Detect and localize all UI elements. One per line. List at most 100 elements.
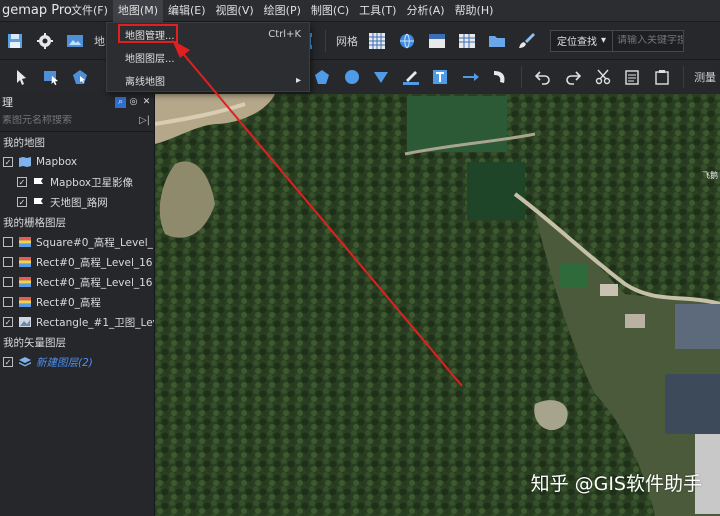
scissors-icon[interactable] — [590, 64, 616, 90]
layer-checkbox[interactable]: ✓ — [3, 317, 13, 327]
elevation-icon — [19, 237, 31, 247]
menu-item-label: 地图管理... — [125, 31, 175, 42]
menu-item-offline-map[interactable]: 离线地图 ▸ — [107, 69, 309, 92]
locate-select-label: 定位查找 — [557, 37, 597, 48]
locate-search-box: 定位查找 ▾ — [550, 29, 685, 52]
settings-icon[interactable] — [32, 28, 58, 54]
search-icon[interactable]: ⌕ — [115, 96, 126, 108]
brush-icon[interactable] — [514, 28, 540, 54]
redo-icon[interactable] — [560, 64, 586, 90]
layer-label: 新建图层(2) — [36, 356, 93, 369]
group-vector-layers: 我的矢量图层 — [3, 336, 66, 349]
panel-title: 理 — [2, 96, 13, 109]
text-icon[interactable] — [428, 64, 454, 90]
layer-row[interactable]: ✓ Mapbox卫星影像 — [0, 172, 154, 192]
layer-row[interactable]: ✓ Mapbox — [0, 152, 154, 172]
menu-file[interactable]: 文件(F) — [66, 0, 113, 22]
layer-checkbox[interactable]: ✓ — [17, 197, 27, 207]
menu-bar: gemap Pro 文件(F) 地图(M) 编辑(E) 视图(V) 绘图(P) … — [0, 0, 720, 22]
folder-icon[interactable] — [484, 28, 510, 54]
toolbar-separator — [521, 66, 523, 88]
node-edit-icon[interactable] — [67, 64, 93, 90]
layer-label: Rect#0_高程_Level_16 — [36, 276, 153, 289]
grid-icon[interactable] — [364, 28, 390, 54]
marker-icon[interactable] — [369, 64, 395, 90]
arrow-icon[interactable] — [458, 64, 484, 90]
layer-checkbox[interactable]: ✓ — [3, 357, 13, 367]
layer-label: Rect#0_高程 — [36, 296, 101, 309]
layer-checkbox[interactable] — [3, 297, 13, 307]
layer-label: Mapbox — [36, 156, 78, 168]
polygon-icon[interactable] — [309, 64, 335, 90]
layer-checkbox[interactable] — [3, 257, 13, 267]
group-my-maps: 我的地图 — [3, 136, 45, 149]
flag-icon — [34, 177, 43, 187]
menu-view[interactable]: 视图(V) — [211, 0, 259, 22]
layer-checkbox[interactable]: ✓ — [17, 177, 27, 187]
group-raster-layers: 我的栅格图层 — [3, 216, 66, 229]
layer-row[interactable]: Rect#0_高程_Level_16 — [0, 272, 154, 292]
menu-cartography[interactable]: 制图(C) — [306, 0, 354, 22]
app-title: gemap Pro — [2, 3, 72, 18]
elevation-icon — [19, 297, 31, 307]
elevation-icon — [19, 257, 31, 267]
layer-checkbox[interactable] — [3, 237, 13, 247]
menu-draw[interactable]: 绘图(P) — [259, 0, 306, 22]
layer-row[interactable]: Square#0_高程_Level_16 — [0, 232, 154, 252]
menu-item-shortcut: Ctrl+K — [268, 29, 301, 40]
satellite-image-icon — [19, 317, 31, 327]
circle-icon[interactable] — [339, 64, 365, 90]
layer-row[interactable]: ✓ Rectangle_#1_卫图_Lev... — [0, 312, 154, 332]
locate-select[interactable]: 定位查找 ▾ — [551, 30, 614, 51]
undo-icon[interactable] — [530, 64, 556, 90]
kml-icon[interactable] — [424, 28, 450, 54]
close-icon[interactable]: ✕ — [141, 97, 152, 108]
layer-label: 天地图_路网 — [50, 196, 108, 209]
layer-row[interactable]: ✓ 天地图_路网 — [0, 192, 154, 212]
pointer-icon[interactable] — [8, 64, 34, 90]
map-canvas[interactable]: 飞鹅 知乎 @GIS软件助手 — [155, 94, 720, 516]
globe-icon[interactable] — [394, 28, 420, 54]
layers-stack-icon — [19, 357, 31, 367]
toolbar-separator — [683, 66, 685, 88]
menu-item-label: 地图图层... — [125, 54, 175, 65]
menu-help[interactable]: 帮助(H) — [450, 0, 499, 22]
copy-icon[interactable] — [620, 64, 646, 90]
map-icon — [19, 157, 31, 167]
chevron-down-icon: ▾ — [601, 35, 607, 46]
watermark-text: 知乎 @GIS软件助手 — [530, 473, 702, 495]
select-box-icon[interactable] — [38, 64, 64, 90]
layer-row[interactable]: ✓ 新建图层(2) — [0, 352, 154, 372]
menu-map[interactable]: 地图(M) — [112, 0, 163, 22]
measure-label[interactable]: 测量 — [694, 69, 716, 85]
elevation-icon — [19, 277, 31, 287]
line-style-icon[interactable] — [398, 64, 424, 90]
refresh-icon[interactable]: ◎ — [128, 97, 139, 108]
layer-panel: 理 ⌕ ◎ ✕ ▷| 我的地图 ✓ Mapbox ✓ Mapbox卫星影像 ✓ … — [0, 94, 155, 516]
layer-checkbox[interactable]: ✓ — [3, 157, 13, 167]
map-menu-dropdown: 地图管理... Ctrl+K 地图图层... 离线地图 ▸ — [106, 22, 310, 92]
menu-edit[interactable]: 编辑(E) — [163, 0, 211, 22]
toolbar-cut-label: 地 — [94, 34, 105, 48]
layer-label: Rectangle_#1_卫图_Lev... — [36, 316, 154, 329]
grid-table-icon[interactable] — [454, 28, 480, 54]
panel-header: 理 ⌕ ◎ ✕ — [0, 94, 154, 110]
menu-analysis[interactable]: 分析(A) — [401, 0, 449, 22]
menu-item-map-layers[interactable]: 地图图层... — [107, 46, 309, 69]
save-icon[interactable] — [2, 28, 28, 54]
collapse-icon[interactable]: ▷| — [139, 115, 150, 126]
curve-icon[interactable] — [488, 64, 514, 90]
layer-row[interactable]: Rect#0_高程 — [0, 292, 154, 312]
image-icon[interactable] — [62, 28, 88, 54]
menu-tools[interactable]: 工具(T) — [354, 0, 401, 22]
layer-search-input[interactable] — [2, 115, 127, 126]
layer-checkbox[interactable] — [3, 277, 13, 287]
menu-item-map-manager[interactable]: 地图管理... Ctrl+K — [107, 23, 309, 46]
satellite-imagery — [155, 94, 720, 516]
menu-item-label: 离线地图 — [125, 77, 165, 88]
layer-label: Mapbox卫星影像 — [50, 176, 134, 189]
map-place-label: 飞鹅 — [702, 171, 718, 180]
layer-row[interactable]: Rect#0_高程_Level_16 — [0, 252, 154, 272]
paste-icon[interactable] — [649, 64, 675, 90]
locate-search-input[interactable] — [613, 35, 684, 46]
